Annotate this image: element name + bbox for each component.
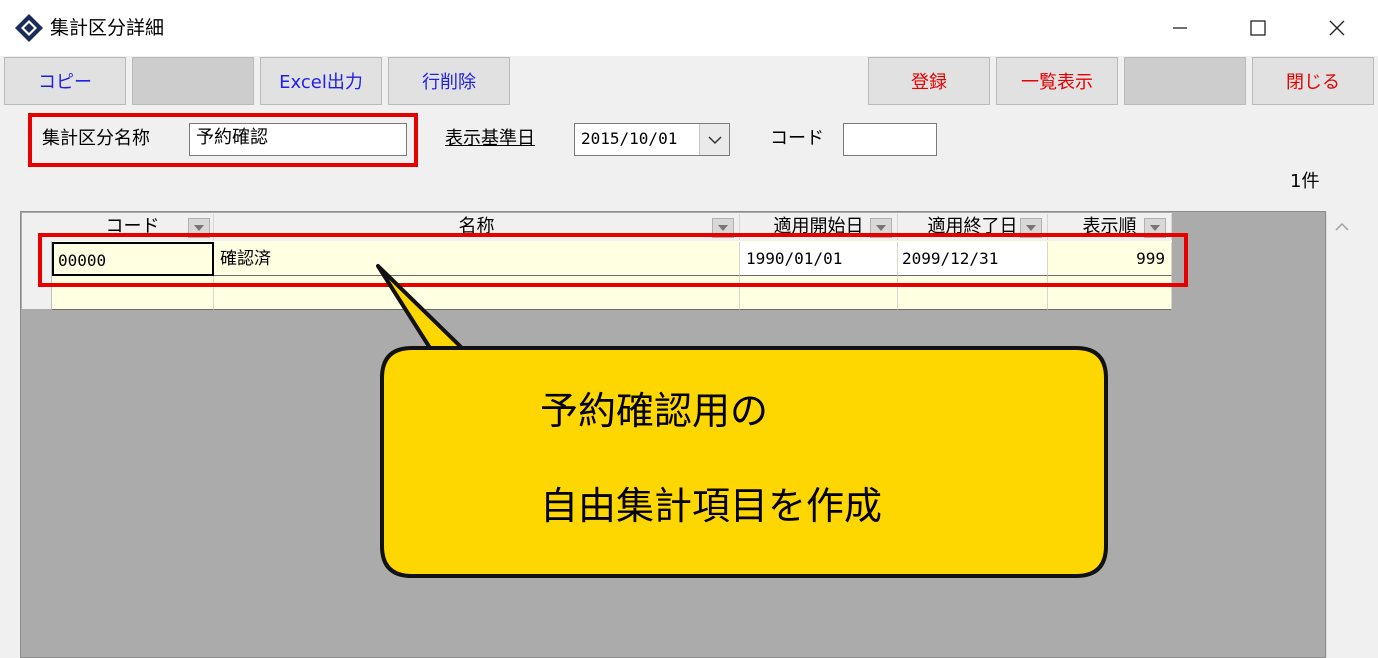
callout-line-1: 予約確認用の bbox=[540, 389, 769, 433]
callout-bubble bbox=[376, 264, 1108, 578]
callout-line-2: 自由集計項目を作成 bbox=[540, 484, 883, 528]
